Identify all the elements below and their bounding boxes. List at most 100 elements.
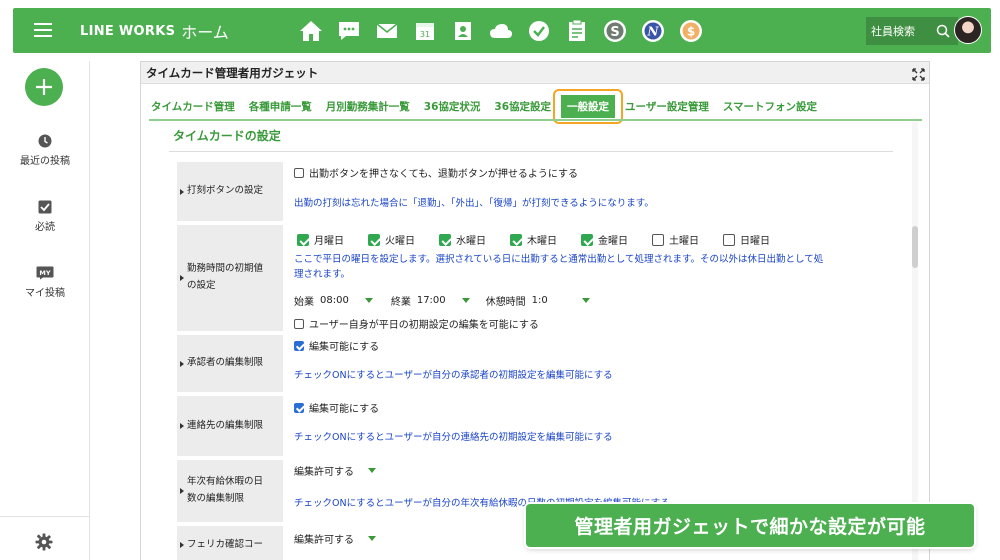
break-time-select[interactable]: 1:0 [532, 295, 590, 306]
tab-request-list[interactable]: 各種申請一覧 [249, 99, 312, 114]
paid-leave-setting-label: 年次有給休暇の日 数の編集制限 [177, 460, 283, 524]
menu-icon[interactable] [34, 22, 52, 38]
day-sunday[interactable]: 日曜日 [723, 232, 770, 247]
paid-leave-select[interactable]: 編集許可する [294, 463, 376, 478]
scrollbar-thumb[interactable] [912, 226, 918, 268]
stamp-checkbox[interactable] [294, 167, 304, 178]
drive-icon[interactable] [482, 17, 520, 45]
day-wednesday[interactable]: 水曜日 [439, 232, 486, 247]
chevron-down-icon [368, 536, 376, 541]
compose-button[interactable] [25, 68, 63, 106]
stamp-setting-label: 打刻ボタンの設定 [177, 162, 283, 223]
settings-gear-icon[interactable] [35, 533, 53, 555]
day-wednesday-checkbox[interactable] [439, 233, 451, 246]
stamp-note: 出勤の打刻は忘れた場合に「退勤」、「外出」、「復帰」が打刻できるようになります。 [294, 198, 654, 209]
approver-option[interactable]: 編集可能にする [294, 338, 379, 353]
tab-monthly-summary[interactable]: 月別勤務集計一覧 [326, 99, 410, 114]
brand[interactable]: LINE WORKS ホーム [80, 19, 229, 43]
avatar[interactable] [954, 16, 982, 44]
chevron-down-icon [581, 298, 590, 303]
day-saturday[interactable]: 土曜日 [652, 232, 699, 247]
stamp-option[interactable]: 出勤ボタンを押さなくても、退勤ボタンが押せるようにする [294, 165, 578, 180]
gadget-tabs: タイムカード管理 各種申請一覧 月別勤務集計一覧 36協定状況 36協定設定 一… [151, 89, 831, 124]
task-icon[interactable] [520, 17, 558, 45]
user-edit-label: ユーザー自身が平日の初期設定の編集を可能にする [309, 320, 539, 331]
expand-icon[interactable] [912, 66, 925, 85]
worktime-fields: 始業 08:00 終業 17:00 休憩時間 1:0 [294, 293, 590, 308]
chevron-down-icon [461, 298, 470, 303]
chevron-down-icon [368, 468, 376, 473]
approver-note: チェックONにするとユーザーが自分の承認者の初期設定を編集可能にする [294, 370, 613, 381]
dollar-app-icon[interactable]: $ [672, 17, 710, 45]
contacts-icon[interactable] [444, 17, 482, 45]
day-tuesday-checkbox[interactable] [368, 233, 380, 246]
day-friday-checkbox[interactable] [581, 233, 593, 246]
user-edit-checkbox[interactable] [294, 318, 304, 329]
section-title: タイムカードの設定 [173, 129, 281, 143]
tab-36-agreement-status[interactable]: 36協定状況 [424, 99, 481, 114]
start-time-select[interactable]: 08:00 [320, 295, 391, 306]
tab-smartphone-settings[interactable]: スマートフォン設定 [723, 99, 817, 114]
check-box-icon [38, 200, 52, 214]
nav-must-read[interactable]: 必読 [0, 200, 90, 233]
caption-banner: 管理者用ガジェットで細かな設定が可能 [526, 504, 974, 547]
scrollbar-track[interactable] [912, 122, 918, 560]
left-nav: 最近の投稿 必読 MY マイ投稿 [0, 61, 90, 560]
worktime-note: ここで平日の曜日を設定します。選択されている日に出勤すると通常出勤として処理され… [294, 254, 824, 280]
nav-recent-posts[interactable]: 最近の投稿 [0, 134, 90, 167]
day-monday[interactable]: 月曜日 [297, 232, 344, 247]
form-icon[interactable] [558, 17, 596, 45]
approver-option-label: 編集可能にする [309, 342, 380, 353]
gadget-header: タイムカード管理者用ガジェット [141, 62, 929, 84]
timecard-admin-gadget: タイムカード管理者用ガジェット タイムカード管理 各種申請一覧 月別勤務集計一覧… [140, 61, 930, 560]
day-thursday-checkbox[interactable] [510, 233, 522, 246]
day-thursday[interactable]: 木曜日 [510, 232, 557, 247]
s-app-icon[interactable]: S [596, 17, 634, 45]
day-tuesday[interactable]: 火曜日 [368, 232, 415, 247]
app-launcher: 31 S N $ [292, 17, 710, 45]
n-app-icon[interactable]: N [634, 17, 672, 45]
nav-recent-posts-label: 最近の投稿 [20, 156, 70, 167]
tab-36-agreement-settings[interactable]: 36協定設定 [494, 99, 551, 114]
day-monday-checkbox[interactable] [297, 233, 309, 246]
contact-option-label: 編集可能にする [309, 404, 380, 415]
felica-setting-label: フェリカ確認コー [177, 526, 283, 560]
contact-setting-label: 連絡先の編集制限 [177, 396, 283, 458]
tab-underline [149, 119, 922, 121]
section-divider [169, 151, 893, 152]
day-sunday-checkbox[interactable] [723, 233, 735, 246]
employee-search-button[interactable]: 社員検索 [866, 17, 958, 45]
start-time-label: 始業 [294, 297, 314, 308]
contact-option[interactable]: 編集可能にする [294, 400, 379, 415]
user-edit-option[interactable]: ユーザー自身が平日の初期設定の編集を可能にする [294, 316, 539, 331]
svg-text:31: 31 [420, 30, 430, 39]
tab-timecard-management[interactable]: タイムカード管理 [151, 99, 235, 114]
tab-general-settings[interactable]: 一般設定 [553, 89, 624, 124]
contact-checkbox[interactable] [294, 402, 304, 413]
contact-note: チェックONにするとユーザーが自分の連絡先の初期設定を編集可能にする [294, 432, 613, 443]
home-icon[interactable] [292, 17, 330, 45]
weekday-checkboxes: 月曜日 火曜日 水曜日 木曜日 金曜日 土曜日 日曜日 [297, 232, 794, 247]
felica-select[interactable]: 編集許可する [294, 531, 376, 546]
break-time-label: 休憩時間 [485, 297, 526, 308]
plus-icon [36, 79, 52, 95]
gadget-title: タイムカード管理者用ガジェット [146, 66, 319, 80]
worktime-setting-label: 勤務時間の初期値 の設定 [177, 225, 283, 333]
employee-search-label: 社員検索 [871, 25, 915, 38]
svg-text:N: N [647, 25, 660, 39]
calendar-icon[interactable]: 31 [406, 17, 444, 45]
tab-user-settings[interactable]: ユーザー設定管理 [625, 99, 709, 114]
search-icon [936, 24, 950, 38]
my-posts-icon: MY [36, 266, 54, 280]
chevron-down-icon [364, 298, 373, 303]
approver-checkbox[interactable] [294, 340, 304, 351]
svg-text:MY: MY [39, 269, 50, 277]
stamp-option-label: 出勤ボタンを押さなくても、退勤ボタンが押せるようにする [309, 169, 578, 180]
end-time-select[interactable]: 17:00 [417, 295, 486, 306]
mail-icon[interactable] [368, 17, 406, 45]
nav-my-posts-label: マイ投稿 [25, 288, 65, 299]
day-saturday-checkbox[interactable] [652, 233, 664, 246]
day-friday[interactable]: 金曜日 [581, 232, 628, 247]
nav-my-posts[interactable]: MY マイ投稿 [0, 266, 90, 299]
chat-icon[interactable] [330, 17, 368, 45]
